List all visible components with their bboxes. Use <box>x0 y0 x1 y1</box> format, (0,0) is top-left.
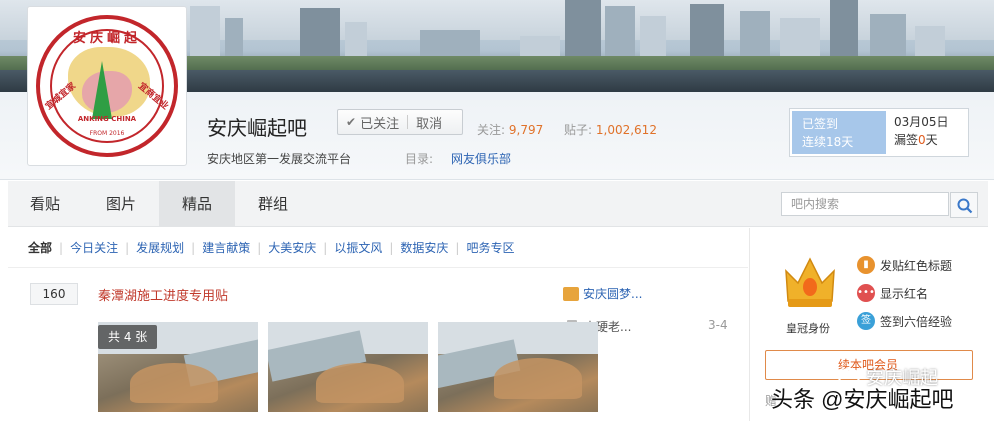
toutiao-watermark: 头条 @安庆崛起吧 <box>771 387 954 412</box>
perk-red-title: ▮ 发贴红色标题 <box>857 256 952 274</box>
thread-title[interactable]: 秦潭湖施工进度专用贴 <box>98 285 228 304</box>
category-beautiful-anqing[interactable]: 大美安庆 <box>268 239 316 256</box>
image-count-badge: 共 4 张 <box>98 325 158 349</box>
follow-label: 已关注 <box>360 116 400 132</box>
posts-label: 贴子: <box>564 123 593 137</box>
category-culture[interactable]: 以振文风 <box>334 239 382 256</box>
forum-description: 安庆地区第一发展交流平台 <box>207 152 352 166</box>
category-admin[interactable]: 吧务专区 <box>466 239 514 256</box>
forum-search-input[interactable]: 吧内搜索 <box>781 192 949 216</box>
directory-link[interactable]: 网友俱乐部 <box>451 150 511 167</box>
signin-streak: 连续18天 <box>802 135 854 149</box>
forum-name[interactable]: 安庆崛起吧 <box>207 112 307 141</box>
signin-icon: 签 <box>857 312 875 330</box>
search-icon <box>957 198 973 214</box>
followers-count: 9,797 <box>508 123 544 137</box>
thread-image[interactable] <box>268 322 428 412</box>
signin-status[interactable]: 已签到 连续18天 <box>792 111 886 154</box>
signin-calendar: 03月05日 漏签0天 <box>894 113 949 149</box>
crown-icon <box>785 257 835 307</box>
perk-label: 发贴红色标题 <box>880 258 953 273</box>
thread-image[interactable] <box>438 322 598 412</box>
category-planning[interactable]: 发展规划 <box>136 239 184 256</box>
tab-featured[interactable]: 精品 <box>159 181 235 227</box>
signin-status-text: 已签到 <box>802 117 839 131</box>
reply-count-badge: 160 <box>30 283 78 305</box>
missed-unit: 天 <box>925 133 938 147</box>
category-today[interactable]: 今日关注 <box>70 239 118 256</box>
posts-stat: 贴子: 1,002,612 <box>564 121 657 138</box>
signin-date: 03月05日 <box>894 115 949 129</box>
perk-label: 签到六倍经验 <box>880 314 953 329</box>
perk-red-name: ••• 显示红名 <box>857 284 928 302</box>
tab-posts[interactable]: 看贴 <box>8 181 82 227</box>
tab-groups[interactable]: 群组 <box>236 181 310 227</box>
directory-label: 目录: <box>405 152 434 166</box>
category-filter: 全部 | 今日关注 | 发展规划 | 建言献策 | 大美安庆 | 以振文风 | 数据安庆 | … <box>8 228 748 268</box>
unfollow-button[interactable]: 取消 <box>416 113 442 132</box>
bookmark-icon: ▮ <box>857 256 875 274</box>
chat-icon: ••• <box>857 284 875 302</box>
perk-exp: 签 签到六倍经验 <box>857 312 952 330</box>
follow-button[interactable]: ✔ 已关注 取消 <box>337 109 463 135</box>
tab-pictures[interactable]: 图片 <box>84 181 158 227</box>
category-data[interactable]: 数据安庆 <box>400 239 448 256</box>
signin-widget[interactable]: 已签到 连续18天 03月05日 漏签0天 <box>789 108 969 157</box>
author-name: 安庆圆梦... <box>583 287 643 301</box>
logo-band-text: ANKING CHINA <box>77 115 137 123</box>
last-reply-time: 3-4 <box>708 318 728 332</box>
perk-label: 显示红名 <box>880 286 929 301</box>
posts-count: 1,002,612 <box>595 123 657 137</box>
forum-logo[interactable]: 安庆崛起 ANKING CHINA FROM 2016 宜城宜家 宜商宜业 <box>27 6 187 166</box>
missed-count: 0 <box>918 133 926 147</box>
category-suggestions[interactable]: 建言献策 <box>202 239 250 256</box>
search-button[interactable] <box>950 192 978 218</box>
crown-label: 皇冠身份 <box>786 322 830 335</box>
missed-label: 漏签 <box>894 133 919 147</box>
followers-label: 关注: <box>477 123 506 137</box>
followers-stat: 关注: 9,797 <box>477 121 543 138</box>
logo-from-text: FROM 2016 <box>89 130 125 137</box>
logo-emblem: 安庆崛起 ANKING CHINA FROM 2016 宜城宜家 宜商宜业 <box>36 15 178 157</box>
vip-badge-icon <box>563 286 579 301</box>
check-icon: ✔ <box>346 115 357 129</box>
thread-author[interactable]: 安庆圆梦... <box>563 285 642 302</box>
category-all[interactable]: 全部 <box>28 239 52 256</box>
